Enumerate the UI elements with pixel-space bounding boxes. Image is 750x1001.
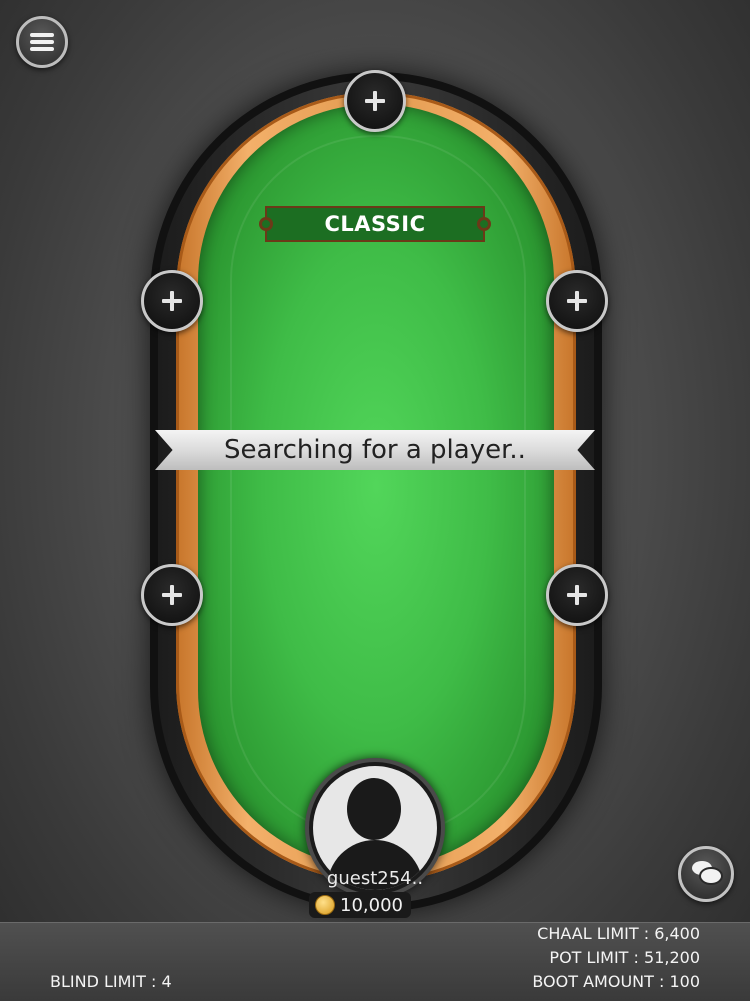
hamburger-icon — [30, 33, 54, 51]
chat-button[interactable] — [678, 846, 734, 902]
coin-icon — [315, 895, 335, 915]
plus-icon — [567, 585, 587, 605]
game-mode-banner: CLASSIC — [259, 206, 491, 242]
seat-top-join-button[interactable] — [344, 70, 406, 132]
game-mode-label: CLASSIC — [324, 212, 426, 236]
plus-icon — [162, 291, 182, 311]
menu-button[interactable] — [16, 16, 68, 68]
plus-icon — [567, 291, 587, 311]
plus-icon — [365, 91, 385, 111]
boot-amount: BOOT AMOUNT : 100 — [532, 972, 700, 991]
plus-icon — [162, 585, 182, 605]
player-name: guest254.. — [326, 868, 424, 889]
seat-upper-left-join-button[interactable] — [141, 270, 203, 332]
chip-amount: 10,000 — [340, 894, 403, 916]
seat-lower-right-join-button[interactable] — [546, 564, 608, 626]
chaal-limit: CHAAL LIMIT : 6,400 — [537, 924, 700, 943]
player-chip-balance: 10,000 — [309, 892, 411, 918]
avatar-head-silhouette — [347, 778, 401, 840]
status-ribbon: Searching for a player.. — [155, 430, 595, 470]
status-text: Searching for a player.. — [224, 435, 526, 465]
pot-limit: POT LIMIT : 51,200 — [549, 948, 700, 967]
seat-lower-left-join-button[interactable] — [141, 564, 203, 626]
blind-limit: BLIND LIMIT : 4 — [50, 972, 172, 991]
seat-upper-right-join-button[interactable] — [546, 270, 608, 332]
